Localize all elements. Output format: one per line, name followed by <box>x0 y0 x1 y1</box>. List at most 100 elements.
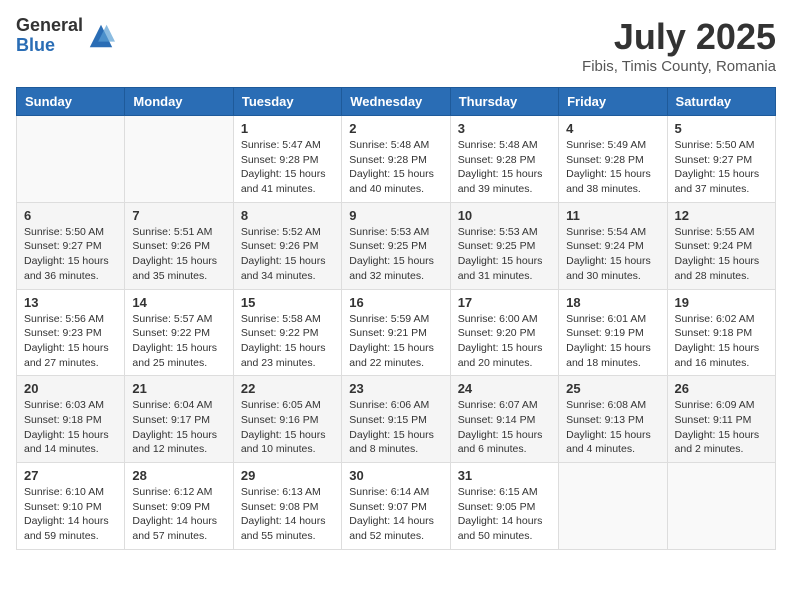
title-block: July 2025 Fibis, Timis County, Romania <box>582 16 776 75</box>
calendar-cell: 16 Sunrise: 5:59 AM Sunset: 9:21 PM Dayli… <box>342 289 450 376</box>
calendar-cell: 11 Sunrise: 5:54 AM Sunset: 9:24 PM Dayli… <box>559 202 667 289</box>
logo-general: General <box>16 16 83 36</box>
cell-info: Sunrise: 6:03 AM Sunset: 9:18 PM Dayligh… <box>24 398 117 457</box>
cell-info: Sunrise: 5:54 AM Sunset: 9:24 PM Dayligh… <box>566 225 659 284</box>
cell-info: Sunrise: 5:59 AM Sunset: 9:21 PM Dayligh… <box>349 312 442 371</box>
day-number: 18 <box>566 295 659 310</box>
location: Fibis, Timis County, Romania <box>582 58 776 75</box>
calendar-cell <box>17 116 125 203</box>
day-number: 31 <box>458 468 551 483</box>
day-number: 13 <box>24 295 117 310</box>
calendar-cell: 1 Sunrise: 5:47 AM Sunset: 9:28 PM Daylig… <box>233 116 341 203</box>
calendar-cell: 20 Sunrise: 6:03 AM Sunset: 9:18 PM Dayli… <box>17 376 125 463</box>
cell-info: Sunrise: 5:57 AM Sunset: 9:22 PM Dayligh… <box>132 312 225 371</box>
calendar-cell: 5Sunrise: 5:50 AM Sunset: 9:27 PM Daylig… <box>667 116 775 203</box>
day-number: 7 <box>132 208 225 223</box>
page-header: General Blue July 2025 Fibis, Timis Coun… <box>16 16 776 75</box>
cell-info: Sunrise: 6:13 AM Sunset: 9:08 PM Dayligh… <box>241 485 334 544</box>
calendar-cell: 8 Sunrise: 5:52 AM Sunset: 9:26 PM Daylig… <box>233 202 341 289</box>
day-number: 8 <box>241 208 334 223</box>
cell-info: Sunrise: 6:10 AM Sunset: 9:10 PM Dayligh… <box>24 485 117 544</box>
calendar-cell: 3 Sunrise: 5:48 AM Sunset: 9:28 PM Daylig… <box>450 116 558 203</box>
weekday-header: Friday <box>559 88 667 116</box>
calendar-cell: 22 Sunrise: 6:05 AM Sunset: 9:16 PM Dayli… <box>233 376 341 463</box>
calendar-cell: 18 Sunrise: 6:01 AM Sunset: 9:19 PM Dayli… <box>559 289 667 376</box>
calendar-cell: 26 Sunrise: 6:09 AM Sunset: 9:11 PM Dayli… <box>667 376 775 463</box>
calendar-cell: 19Sunrise: 6:02 AM Sunset: 9:18 PM Dayli… <box>667 289 775 376</box>
weekday-header: Saturday <box>667 88 775 116</box>
day-number: 16 <box>349 295 442 310</box>
cell-info: Sunrise: 5:49 AM Sunset: 9:28 PM Dayligh… <box>566 138 659 197</box>
cell-info: Sunrise: 6:01 AM Sunset: 9:19 PM Dayligh… <box>566 312 659 371</box>
calendar-cell: 13 Sunrise: 5:56 AM Sunset: 9:23 PM Dayli… <box>17 289 125 376</box>
day-number: 20 <box>24 381 117 396</box>
weekday-header-row: SundayMondayTuesdayWednesdayThursdayFrid… <box>17 88 776 116</box>
cell-info: Sunrise: 5:56 AM Sunset: 9:23 PM Dayligh… <box>24 312 117 371</box>
cell-info: Sunrise: 6:12 AM Sunset: 9:09 PM Dayligh… <box>132 485 225 544</box>
calendar-cell: 15 Sunrise: 5:58 AM Sunset: 9:22 PM Dayli… <box>233 289 341 376</box>
cell-info: Sunrise: 6:00 AM Sunset: 9:20 PM Dayligh… <box>458 312 551 371</box>
day-number: 26 <box>675 381 768 396</box>
calendar-cell: 14 Sunrise: 5:57 AM Sunset: 9:22 PM Dayli… <box>125 289 233 376</box>
cell-info: Sunrise: 6:08 AM Sunset: 9:13 PM Dayligh… <box>566 398 659 457</box>
cell-info: Sunrise: 5:52 AM Sunset: 9:26 PM Dayligh… <box>241 225 334 284</box>
day-number: 29 <box>241 468 334 483</box>
day-number: 28 <box>132 468 225 483</box>
cell-info: Sunrise: 6:05 AM Sunset: 9:16 PM Dayligh… <box>241 398 334 457</box>
day-number: 6 <box>24 208 117 223</box>
weekday-header: Sunday <box>17 88 125 116</box>
day-number: 10 <box>458 208 551 223</box>
calendar-cell: 25 Sunrise: 6:08 AM Sunset: 9:13 PM Dayli… <box>559 376 667 463</box>
calendar-cell: 9Sunrise: 5:53 AM Sunset: 9:25 PM Daylig… <box>342 202 450 289</box>
cell-info: Sunrise: 5:58 AM Sunset: 9:22 PM Dayligh… <box>241 312 334 371</box>
calendar-week-row: 20 Sunrise: 6:03 AM Sunset: 9:18 PM Dayli… <box>17 376 776 463</box>
calendar-cell: 10 Sunrise: 5:53 AM Sunset: 9:25 PM Dayli… <box>450 202 558 289</box>
calendar-week-row: 1 Sunrise: 5:47 AM Sunset: 9:28 PM Daylig… <box>17 116 776 203</box>
day-number: 11 <box>566 208 659 223</box>
calendar-cell <box>667 463 775 550</box>
weekday-header: Monday <box>125 88 233 116</box>
day-number: 17 <box>458 295 551 310</box>
day-number: 22 <box>241 381 334 396</box>
day-number: 23 <box>349 381 442 396</box>
calendar-cell: 31 Sunrise: 6:15 AM Sunset: 9:05 PM Dayli… <box>450 463 558 550</box>
day-number: 21 <box>132 381 225 396</box>
calendar-cell: 2 Sunrise: 5:48 AM Sunset: 9:28 PM Daylig… <box>342 116 450 203</box>
day-number: 2 <box>349 121 442 136</box>
day-number: 15 <box>241 295 334 310</box>
calendar-cell: 30 Sunrise: 6:14 AM Sunset: 9:07 PM Dayli… <box>342 463 450 550</box>
calendar-cell: 24Sunrise: 6:07 AM Sunset: 9:14 PM Dayli… <box>450 376 558 463</box>
cell-info: Sunrise: 5:48 AM Sunset: 9:28 PM Dayligh… <box>349 138 442 197</box>
month-title: July 2025 <box>582 16 776 58</box>
day-number: 25 <box>566 381 659 396</box>
day-number: 3 <box>458 121 551 136</box>
day-number: 24 <box>458 381 551 396</box>
calendar-cell: 6 Sunrise: 5:50 AM Sunset: 9:27 PM Daylig… <box>17 202 125 289</box>
calendar-cell: 23Sunrise: 6:06 AM Sunset: 9:15 PM Dayli… <box>342 376 450 463</box>
cell-info: Sunrise: 6:14 AM Sunset: 9:07 PM Dayligh… <box>349 485 442 544</box>
cell-info: Sunrise: 6:04 AM Sunset: 9:17 PM Dayligh… <box>132 398 225 457</box>
cell-info: Sunrise: 5:51 AM Sunset: 9:26 PM Dayligh… <box>132 225 225 284</box>
cell-info: Sunrise: 6:09 AM Sunset: 9:11 PM Dayligh… <box>675 398 768 457</box>
calendar-week-row: 13 Sunrise: 5:56 AM Sunset: 9:23 PM Dayli… <box>17 289 776 376</box>
cell-info: Sunrise: 5:47 AM Sunset: 9:28 PM Dayligh… <box>241 138 334 197</box>
day-number: 1 <box>241 121 334 136</box>
cell-info: Sunrise: 5:53 AM Sunset: 9:25 PM Dayligh… <box>458 225 551 284</box>
day-number: 12 <box>675 208 768 223</box>
day-number: 14 <box>132 295 225 310</box>
calendar-table: SundayMondayTuesdayWednesdayThursdayFrid… <box>16 87 776 550</box>
logo-blue: Blue <box>16 36 83 56</box>
calendar-cell: 27Sunrise: 6:10 AM Sunset: 9:10 PM Dayli… <box>17 463 125 550</box>
calendar-cell: 7 Sunrise: 5:51 AM Sunset: 9:26 PM Daylig… <box>125 202 233 289</box>
cell-info: Sunrise: 5:50 AM Sunset: 9:27 PM Dayligh… <box>675 138 768 197</box>
cell-info: Sunrise: 5:50 AM Sunset: 9:27 PM Dayligh… <box>24 225 117 284</box>
cell-info: Sunrise: 5:48 AM Sunset: 9:28 PM Dayligh… <box>458 138 551 197</box>
logo-icon <box>87 22 115 50</box>
weekday-header: Wednesday <box>342 88 450 116</box>
day-number: 30 <box>349 468 442 483</box>
calendar-cell <box>559 463 667 550</box>
cell-info: Sunrise: 6:15 AM Sunset: 9:05 PM Dayligh… <box>458 485 551 544</box>
calendar-cell: 12Sunrise: 5:55 AM Sunset: 9:24 PM Dayli… <box>667 202 775 289</box>
calendar-cell: 21 Sunrise: 6:04 AM Sunset: 9:17 PM Dayli… <box>125 376 233 463</box>
weekday-header: Thursday <box>450 88 558 116</box>
